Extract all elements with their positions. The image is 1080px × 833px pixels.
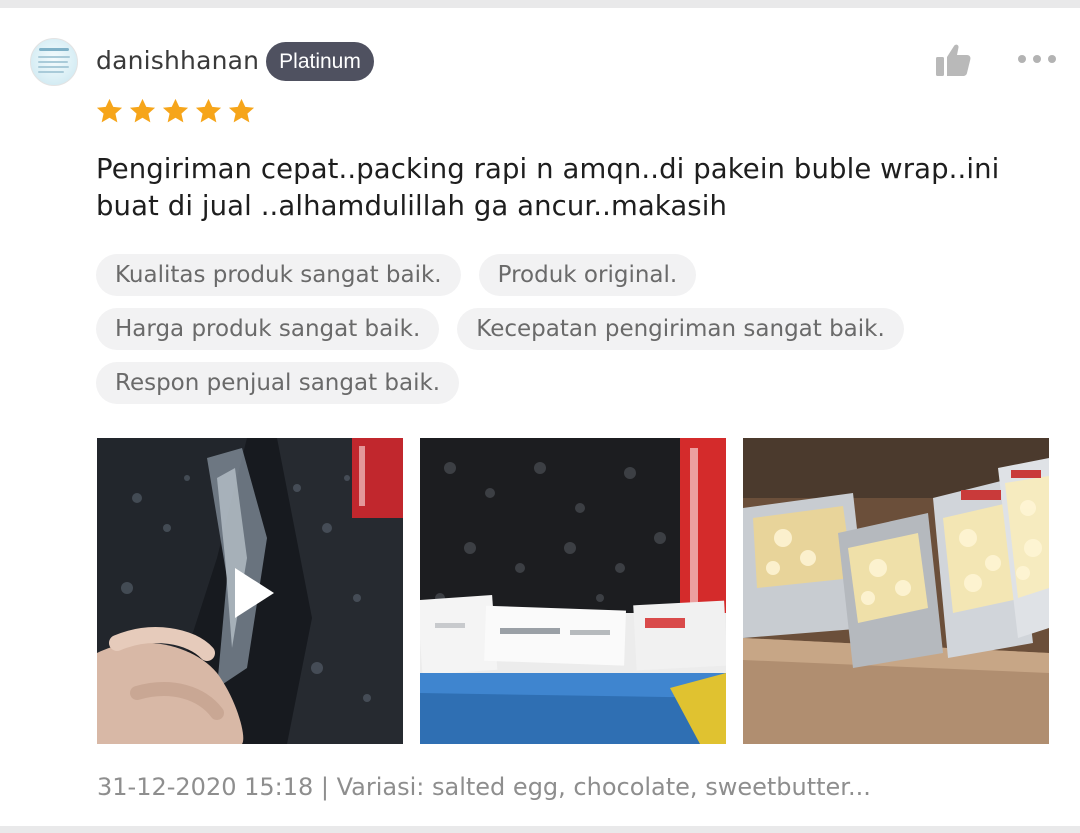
more-options-icon[interactable] <box>1016 52 1058 66</box>
user-avatar[interactable] <box>30 38 78 86</box>
review-tag: Produk original. <box>478 254 697 296</box>
review-photo[interactable] <box>743 438 1049 744</box>
star-icon <box>162 98 189 123</box>
star-rating <box>95 97 256 129</box>
review-tag: Kualitas produk sangat baik. <box>96 254 461 296</box>
star-icon <box>96 98 123 123</box>
review-tags: Kualitas produk sangat baik. Produk orig… <box>96 254 1036 416</box>
review-card: danishhanan Platinum Pengiriman cepat..p… <box>0 8 1080 826</box>
play-icon[interactable] <box>231 565 277 621</box>
review-tag: Respon penjual sangat baik. <box>96 362 460 404</box>
username[interactable]: danishhanan <box>96 46 259 75</box>
star-icon <box>228 98 255 123</box>
review-tag: Kecepatan pengiriman sangat baik. <box>457 308 904 350</box>
membership-badge: Platinum <box>266 42 374 81</box>
review-tag: Harga produk sangat baik. <box>96 308 440 350</box>
star-icon <box>195 98 222 123</box>
review-video-thumbnail[interactable] <box>97 438 403 744</box>
review-meta: 31-12-2020 15:18 | Variasi: salted egg, … <box>97 773 871 801</box>
review-media <box>97 438 1049 744</box>
review-comment: Pengiriman cepat..packing rapi n amqn..d… <box>96 153 1000 222</box>
thumbs-up-icon[interactable] <box>934 42 972 78</box>
review-photo[interactable] <box>420 438 726 744</box>
star-icon <box>129 98 156 123</box>
